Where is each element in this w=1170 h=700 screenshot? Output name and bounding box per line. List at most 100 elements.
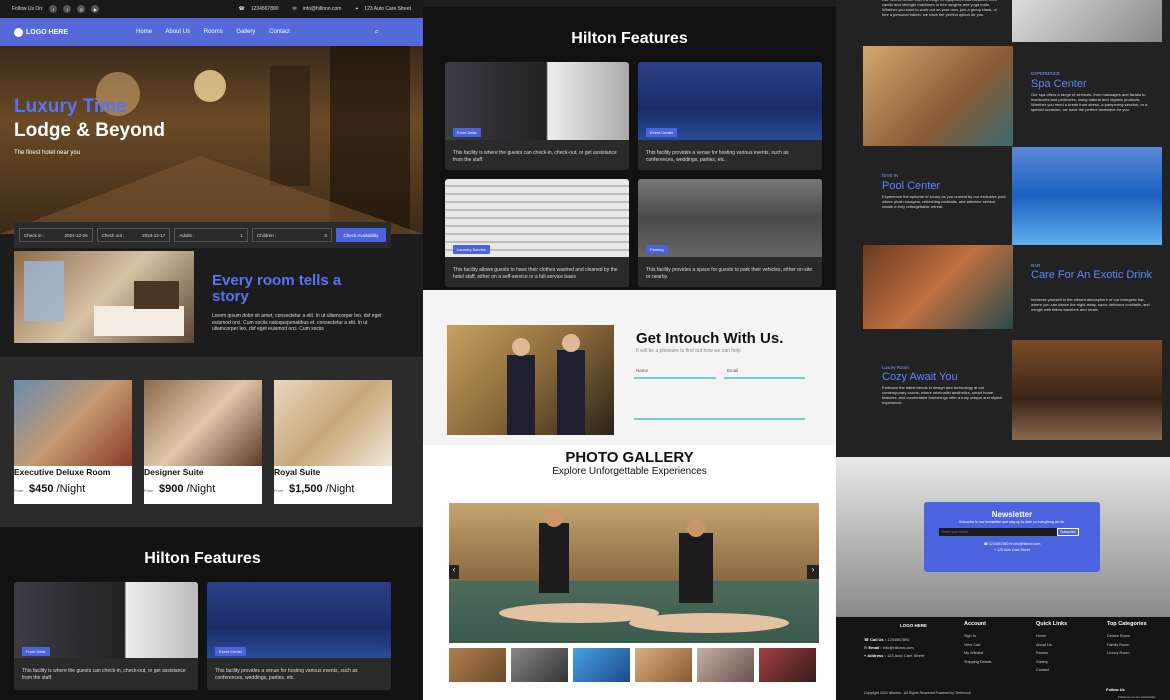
footer-link[interactable]: Rooms — [1036, 649, 1067, 658]
checkin-field[interactable]: Check in :2024-12-16 — [19, 228, 93, 242]
nav-home[interactable]: Home — [136, 29, 152, 35]
gallery-thumb-5[interactable] — [697, 648, 754, 682]
room-card[interactable]: Royal Suite From $1,500 /Night — [274, 380, 392, 504]
footer-column: Quick Links Home About Us Rooms Gallery Conta… — [1036, 621, 1067, 675]
features-title: Hilton Features — [571, 30, 688, 47]
room-image — [1012, 340, 1162, 440]
newsletter-email-input[interactable] — [939, 528, 1057, 536]
pool-label: DIVE IN — [882, 173, 899, 178]
email-input[interactable] — [724, 377, 805, 379]
event-center-desc: This facility provides a venue for hosti… — [646, 150, 789, 163]
story-title-line2: story — [212, 288, 249, 305]
tag-front-desk: Front Desk — [22, 647, 50, 656]
footer-link[interactable]: Luxury Room — [1107, 649, 1147, 658]
parking-desc: This facility provides a space for guest… — [646, 267, 813, 280]
gallery-thumb-2[interactable] — [511, 648, 568, 682]
bar-image — [863, 245, 1013, 329]
front-desk-desc: This facility is where the guests can ch… — [453, 150, 617, 163]
footer-link[interactable]: Shipping Details — [964, 658, 991, 667]
hero-subtitle: The finest hotel near you — [14, 150, 81, 156]
name-input[interactable] — [634, 377, 716, 379]
hero-title-line1: Luxury Time — [14, 96, 127, 117]
room-from: From — [274, 488, 284, 493]
nav-about[interactable]: About Us — [165, 29, 190, 35]
tag-laundry: Laundry Service — [453, 245, 490, 254]
footer-link[interactable]: View Cart — [964, 641, 991, 650]
newsletter-contact-line2: ⌖ 123 Auto Care Street — [994, 548, 1030, 552]
feature-card-front-desk[interactable]: Front Desk This facility is where the gu… — [445, 62, 629, 170]
facebook-icon[interactable]: f — [49, 5, 58, 13]
footer-link[interactable]: Sign In — [964, 632, 991, 641]
footer-column: Account Sign In View Cart My Wishlist Shippi… — [964, 621, 991, 666]
room-card[interactable]: Executive Deluxe Room From $450 /Night — [14, 380, 132, 504]
spa-title: Spa Center — [1031, 78, 1087, 90]
children-field[interactable]: Children :0 — [251, 228, 332, 242]
gallery-thumb-4[interactable] — [635, 648, 692, 682]
room-image — [14, 380, 132, 466]
nav-rooms[interactable]: Rooms — [204, 29, 223, 35]
footer-link[interactable]: Family Room — [1107, 641, 1147, 650]
tag-event-center-2: Event Center — [646, 128, 678, 137]
instagram-icon[interactable]: ◎ — [77, 5, 86, 13]
logo[interactable]: LOGO HERE — [26, 29, 68, 36]
feature-card-front-desk-home[interactable]: Front Desk This facility is where the gu… — [14, 582, 198, 690]
gallery-prev-arrow[interactable]: ‹ — [449, 565, 459, 579]
gallery-thumb-1[interactable] — [449, 648, 506, 682]
message-textarea[interactable] — [634, 385, 805, 420]
feature-card-laundry[interactable]: Laundry Service This facility allows gue… — [445, 179, 629, 287]
contact-image — [447, 325, 614, 435]
gallery-next-arrow[interactable]: › — [807, 565, 819, 579]
bar-text: Immerse yourself in the vibrant atmosphe… — [1031, 297, 1150, 312]
event-center-text: This facility provides a venue for hosti… — [215, 668, 358, 681]
story-title-line1: Every room tells a — [212, 272, 342, 289]
footer-link[interactable]: Deluxe Room — [1107, 632, 1147, 641]
feature-card-event-center[interactable]: Event Center This facility provides a ve… — [638, 62, 822, 170]
footer-link[interactable]: Gallery — [1036, 658, 1067, 667]
nav-gallery[interactable]: Gallery — [236, 29, 255, 35]
footer-logo[interactable]: LOGO HERE — [900, 623, 927, 628]
room-text: Embrace the latest trends in design and … — [882, 385, 1002, 405]
main-nav: LOGO HERE Home About Us Rooms Gallery Co… — [0, 18, 423, 46]
search-icon[interactable]: ⌕ — [375, 27, 379, 37]
footer-link[interactable]: Contact — [1036, 666, 1067, 675]
topbar-email: info@hiltonn.com — [302, 6, 342, 12]
twitter-icon[interactable]: t — [63, 5, 72, 13]
features-title-home: Hilton Features — [144, 550, 261, 567]
name-field-label: Name — [636, 368, 649, 373]
youtube-icon[interactable]: ▶ — [91, 5, 100, 13]
room-label: Luxury Room — [882, 365, 909, 370]
newsletter-card: Newsletter Subscribe to our newsletter a… — [924, 502, 1100, 572]
gallery-subtitle: Explore Unforgettable Experiences — [552, 466, 707, 477]
room-price: $1,500 /Night — [289, 483, 355, 495]
adults-field[interactable]: Adults :1 — [174, 228, 248, 242]
check-availability-button[interactable]: Check Availability — [336, 228, 386, 242]
gallery-thumb-3[interactable] — [573, 648, 630, 682]
spa-image — [863, 46, 1013, 146]
footer-address: ⌖ Address : 123 Auto Care Street — [864, 653, 925, 658]
feature-card-parking[interactable]: Parking This facility provides a space f… — [638, 179, 822, 287]
email-field-label: Email — [727, 368, 739, 373]
footer-link[interactable]: Home — [1036, 632, 1067, 641]
feature-card-event-center-home[interactable]: Event Center This facility provides a ve… — [207, 582, 391, 690]
room-price: $900 /Night — [159, 483, 216, 495]
room-name: Executive Deluxe Room — [14, 467, 132, 477]
phone-icon: ☎ — [238, 6, 245, 12]
room-from: From — [144, 488, 154, 493]
room-from: From — [14, 488, 24, 493]
newsletter-title: Newsletter — [991, 510, 1033, 519]
room-card[interactable]: Designer Suite From $900 /Night — [144, 380, 262, 504]
subscribe-button[interactable]: Subscribe — [1057, 528, 1079, 536]
gallery-thumb-6[interactable] — [759, 648, 816, 682]
room-image — [274, 380, 392, 466]
fitness-text: Our fitness center offers a range of equ… — [882, 0, 997, 17]
story-image — [14, 251, 194, 343]
footer-link[interactable]: About Us — [1036, 641, 1067, 650]
laundry-desc: This facility allows guests to have thei… — [453, 267, 618, 280]
newsletter-section: Newsletter Subscribe to our newsletter a… — [836, 457, 1170, 617]
newsletter-contact-line1: ☎ 1234567890 ✉ info@hiltonn.com — [983, 542, 1041, 546]
nav-contact[interactable]: Contact — [269, 29, 290, 35]
checkout-field[interactable]: Check out :2024-12-17 — [96, 228, 171, 242]
footer-link[interactable]: My Wishlist — [964, 649, 991, 658]
topbar-address: 123 Auto Care Street — [364, 6, 411, 12]
footer-call: ☎ Call Us : 1234567890 — [864, 637, 910, 642]
